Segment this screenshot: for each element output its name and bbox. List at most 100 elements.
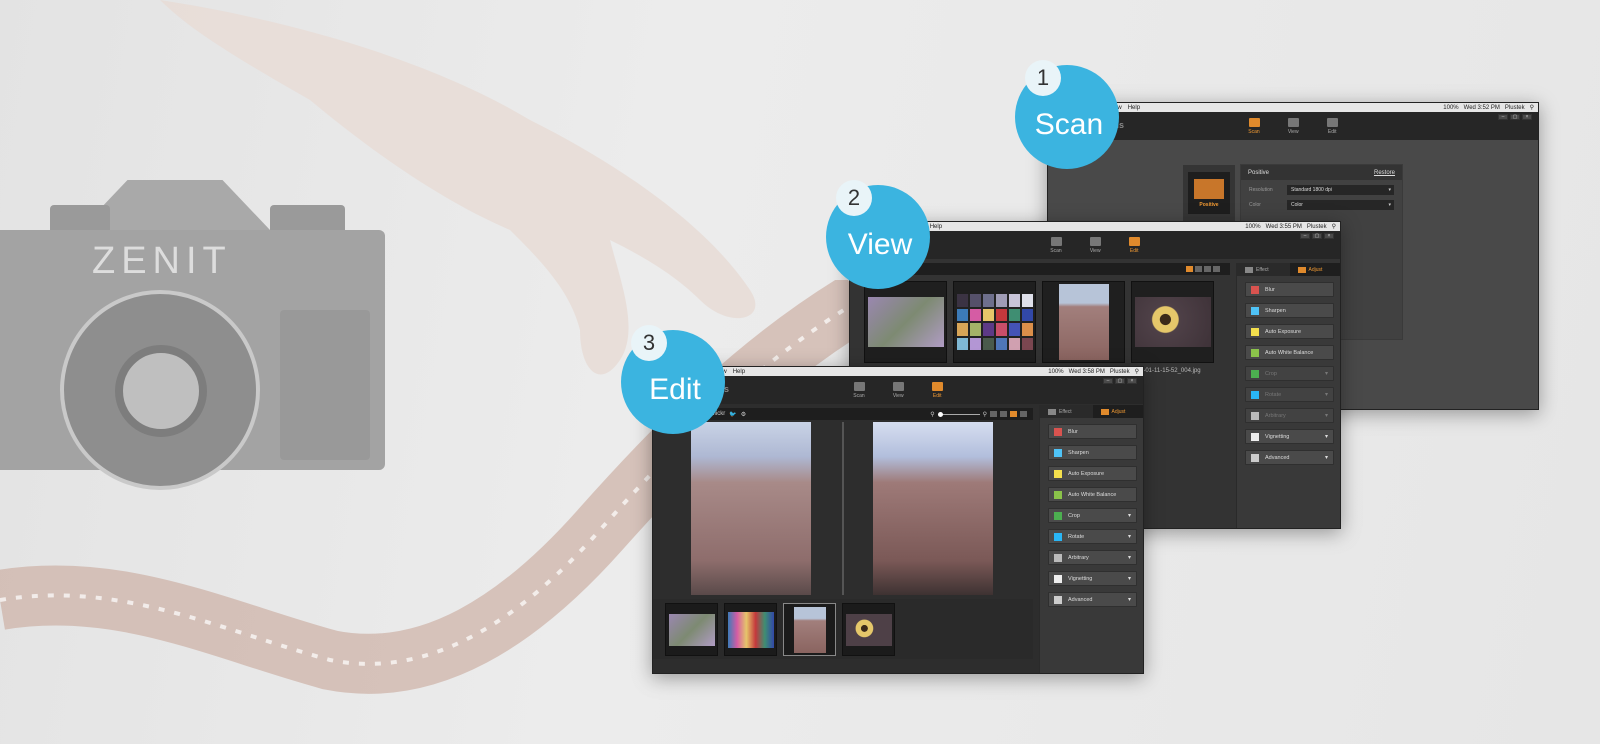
tool-rotate-button[interactable]: Rotate ▾ — [1245, 387, 1334, 402]
maximize-button[interactable]: ▢ — [1510, 114, 1520, 120]
resolution-select[interactable]: Standard 1800 dpi — [1287, 185, 1394, 195]
vignetting-icon — [1054, 574, 1062, 583]
mode-scan[interactable]: Scan — [1050, 236, 1062, 254]
search-icon[interactable]: ⚲ — [1530, 104, 1534, 111]
search-icon[interactable]: ⚲ — [1332, 223, 1336, 230]
adjust-panel: Effect Adjust Blur Sharpen Auto Exposure Aut… — [1039, 405, 1143, 673]
blur-icon — [1251, 285, 1259, 294]
settings-icon[interactable]: ⚙ — [741, 411, 746, 418]
edit-icon — [1128, 236, 1140, 246]
compare-view-icon[interactable] — [1204, 266, 1211, 272]
tool-arbitrary-button[interactable]: Arbitrary ▾ — [1245, 408, 1334, 423]
filmstrip-color-checker[interactable] — [724, 603, 777, 656]
filmstrip-lavender[interactable] — [665, 603, 718, 656]
edit-icon — [931, 381, 943, 391]
mode-scan[interactable]: Scan — [853, 381, 865, 399]
tool-blur-button[interactable]: Blur — [1245, 282, 1334, 297]
tool-sharpen-button[interactable]: Sharpen — [1245, 303, 1334, 318]
close-button[interactable]: × — [1324, 233, 1334, 239]
edit-window: QuickScan Plus Window Help 100%Wed 3:58 … — [652, 366, 1144, 674]
grid-icon — [1287, 117, 1299, 127]
grid-view-icon[interactable] — [990, 411, 997, 417]
scanner-icon — [1248, 117, 1260, 127]
grid-icon — [1089, 236, 1101, 246]
mode-view[interactable]: View — [1089, 236, 1101, 254]
thumbnail-grid — [864, 281, 1214, 363]
menu-help[interactable]: Help — [930, 224, 942, 230]
thumbnail-lavender[interactable] — [864, 281, 947, 363]
crop-icon — [1251, 369, 1259, 378]
zoom-slider[interactable] — [937, 411, 980, 417]
arbitrary-icon — [1251, 411, 1259, 420]
thumbnail-building[interactable] — [1042, 281, 1125, 363]
tool-auto-white-balance-button[interactable]: Auto White Balance — [1245, 345, 1334, 360]
filmstrip-sunflower[interactable] — [842, 603, 895, 656]
tab-effect[interactable]: Effect — [1040, 405, 1093, 418]
compare-view-icon[interactable] — [1010, 411, 1017, 417]
grid-view-icon[interactable] — [1186, 266, 1193, 272]
thumbnail-sunflower[interactable] — [1131, 281, 1214, 363]
search-icon[interactable]: ⚲ — [1135, 368, 1139, 375]
zoom-in-icon[interactable]: ⚲ — [983, 411, 987, 418]
minimize-button[interactable]: – — [1300, 233, 1310, 239]
tool-crop-button[interactable]: Crop ▾ — [1048, 508, 1137, 523]
mode-edit[interactable]: Edit — [1326, 117, 1338, 135]
auto-white-balance-icon — [1054, 490, 1062, 499]
chevron-down-icon: ▾ — [1324, 413, 1328, 419]
close-button[interactable]: × — [1522, 114, 1532, 120]
effect-icon — [1245, 266, 1253, 273]
tab-adjust[interactable]: Adjust — [1092, 405, 1143, 418]
zoom-out-icon[interactable]: ⚲ — [930, 411, 934, 418]
user-name: Plustek — [1306, 223, 1327, 230]
filmstrip — [653, 599, 1033, 659]
thumbnail-color-checker[interactable] — [953, 281, 1036, 363]
mode-edit[interactable]: Edit — [931, 381, 943, 399]
menu-help[interactable]: Help — [1128, 105, 1140, 111]
adjust-icon — [1297, 266, 1306, 273]
tool-vignetting-button[interactable]: Vignetting ▾ — [1245, 429, 1334, 444]
tool-arbitrary-button[interactable]: Arbitrary ▾ — [1048, 550, 1137, 565]
scan-type-positive[interactable]: Positive — [1183, 165, 1235, 221]
rotate-icon — [1054, 532, 1062, 541]
arbitrary-icon — [1054, 553, 1062, 562]
original-photo — [691, 422, 811, 595]
tool-vignetting-button[interactable]: Vignetting ▾ — [1048, 571, 1137, 586]
color-select[interactable]: Color — [1287, 200, 1394, 210]
maximize-button[interactable]: ▢ — [1115, 378, 1125, 384]
restore-link[interactable]: Restore — [1374, 170, 1395, 176]
tool-auto-exposure-button[interactable]: Auto Exposure — [1048, 466, 1137, 481]
mode-scan[interactable]: Scan — [1248, 117, 1260, 135]
tab-effect[interactable]: Effect — [1237, 263, 1290, 276]
auto-exposure-icon — [1054, 469, 1062, 478]
filmstrip-building[interactable] — [783, 603, 836, 656]
tool-blur-button[interactable]: Blur — [1048, 424, 1137, 439]
close-button[interactable]: × — [1127, 378, 1137, 384]
single-view-icon[interactable] — [1000, 411, 1007, 417]
crop-icon — [1054, 511, 1062, 520]
minimize-button[interactable]: – — [1103, 378, 1113, 384]
clock: Wed 3:58 PM — [1068, 368, 1105, 375]
edit-icon — [1326, 117, 1338, 127]
compare-divider[interactable] — [842, 422, 844, 595]
battery-status: 100% — [1443, 104, 1459, 111]
tool-crop-button[interactable]: Crop ▾ — [1245, 366, 1334, 381]
blur-icon — [1054, 427, 1062, 436]
tool-advanced-button[interactable]: Advanced ▾ — [1245, 450, 1334, 465]
tab-adjust[interactable]: Adjust — [1289, 263, 1340, 276]
split-view-icon[interactable] — [1020, 411, 1027, 417]
chevron-down-icon: ▾ — [1324, 434, 1328, 440]
maximize-button[interactable]: ▢ — [1312, 233, 1322, 239]
tool-auto-exposure-button[interactable]: Auto Exposure — [1245, 324, 1334, 339]
tool-advanced-button[interactable]: Advanced ▾ — [1048, 592, 1137, 607]
twitter-icon[interactable]: 🐦 — [729, 411, 736, 418]
tool-sharpen-button[interactable]: Sharpen — [1048, 445, 1137, 460]
minimize-button[interactable]: – — [1498, 114, 1508, 120]
tool-auto-white-balance-button[interactable]: Auto White Balance — [1048, 487, 1137, 502]
menu-help[interactable]: Help — [733, 369, 745, 375]
single-view-icon[interactable] — [1195, 266, 1202, 272]
tool-rotate-button[interactable]: Rotate ▾ — [1048, 529, 1137, 544]
mode-view[interactable]: View — [892, 381, 904, 399]
mode-edit[interactable]: Edit — [1128, 236, 1140, 254]
mode-view[interactable]: View — [1287, 117, 1299, 135]
split-view-icon[interactable] — [1213, 266, 1220, 272]
